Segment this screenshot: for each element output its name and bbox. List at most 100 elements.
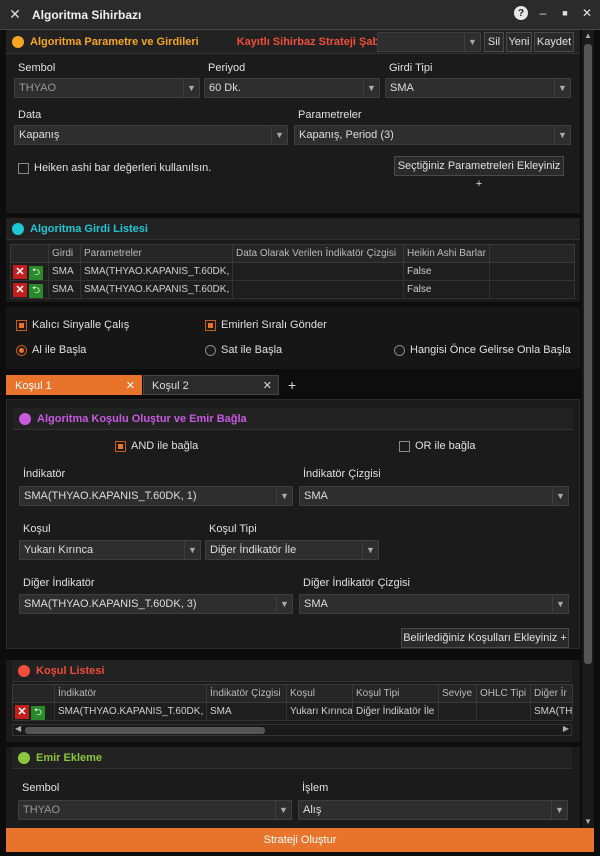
cond-list-hscroll[interactable]: ◀ ▶ — [12, 724, 572, 736]
diger-cizgi-label: Diğer İndikatör Çizgisi — [303, 577, 410, 589]
girdi-tipi-label: Girdi Tipi — [389, 62, 433, 74]
indikator-select[interactable]: SMA(THYAO.KAPANIS_T.60DK, 1) ▼ — [19, 486, 293, 506]
condition-title: Algoritma Koşulu Oluştur ve Emir Bağla — [37, 412, 247, 425]
add-params-button[interactable]: Seçtiğiniz Parametreleri Ekleyiniz + — [394, 156, 564, 190]
tab-kosul-1[interactable]: Koşul 1 ✕ — [6, 375, 142, 395]
islem-select[interactable]: Alış ▼ — [298, 800, 568, 820]
chevron-down-icon: ▼ — [276, 595, 292, 613]
main-vscroll[interactable]: ▲ ▼ — [582, 30, 594, 828]
save-template-button[interactable]: Kaydet — [534, 32, 574, 52]
periyod-label: Periyod — [208, 62, 246, 74]
hscroll-thumb[interactable] — [25, 727, 265, 734]
edit-icon[interactable]: ⮌ — [29, 266, 43, 280]
options-section: Kalıcı Sinyalle Çalış Emirleri Sıralı Gö… — [6, 307, 580, 369]
data-select[interactable]: Kapanış ▼ — [14, 125, 288, 145]
cell-girdi: SMA — [48, 262, 81, 281]
col-parametreler: Parametreler — [80, 244, 233, 263]
cond-list-table: İndikatör İndikatör Çizgisi Koşul Koşul … — [12, 684, 573, 721]
params-title: Algoritma Parametre ve Girdileri — [30, 35, 199, 48]
delete-icon[interactable]: ✕ — [13, 265, 27, 279]
sembol-field[interactable]: THYAO ▼ — [14, 78, 200, 98]
table-row[interactable]: ✕ ⮌ SMA SMA(THYAO.KAPANIS_T.60DK, 1) Fals… — [10, 262, 575, 281]
scroll-down-icon[interactable]: ▼ — [582, 816, 594, 828]
kosul-label: Koşul — [23, 523, 51, 535]
tab-kosul-2[interactable]: Koşul 2 ✕ — [143, 375, 279, 395]
sirali-checkbox[interactable] — [205, 320, 216, 331]
maximize-icon[interactable]: ■ — [558, 8, 572, 18]
col-ohlc: OHLC Tipi — [476, 684, 531, 703]
periyod-select[interactable]: 60 Dk. ▼ — [204, 78, 380, 98]
close-tab-icon[interactable]: ✕ — [126, 376, 135, 396]
title-bar: ✕ Algoritma Sihirbazı ? – ■ ✕ — [0, 0, 600, 30]
delete-icon[interactable]: ✕ — [15, 705, 29, 719]
inputs-table: Girdi Parametreler Data Olarak Verilen İ… — [10, 244, 575, 299]
order-dot-icon — [18, 751, 30, 764]
minimize-icon[interactable]: – — [536, 6, 550, 20]
close-window-icon[interactable]: ✕ — [580, 6, 594, 20]
table-row[interactable]: ✕ ⮌ SMA(THYAO.KAPANIS_T.60DK, 1) SMA Yuka… — [12, 702, 573, 721]
cond-list-section: Koşul Listesi İndikatör İndikatör Çizgis… — [6, 660, 580, 742]
table-row[interactable]: ✕ ⮌ SMA SMA(THYAO.KAPANIS_T.60DK, 3) Fals… — [10, 280, 575, 299]
cell-line — [232, 262, 404, 281]
delete-template-button[interactable]: Sil — [484, 32, 504, 52]
add-tab-icon[interactable]: + — [288, 375, 296, 395]
inputs-dot-icon — [12, 222, 24, 235]
cell-ohlc — [476, 702, 531, 721]
close-icon[interactable]: ✕ — [4, 4, 26, 26]
order-sembol-label: Sembol — [22, 782, 60, 794]
cizgi-select[interactable]: SMA ▼ — [299, 486, 569, 506]
scroll-left-icon[interactable]: ◀ — [15, 724, 21, 733]
chevron-down-icon: ▼ — [552, 595, 568, 613]
col-girdi: Girdi — [48, 244, 81, 263]
scroll-right-icon[interactable]: ▶ — [563, 724, 569, 733]
cell-diger: SMA(TH — [530, 702, 573, 721]
sat-label: Sat ile Başla — [221, 344, 283, 356]
diger-select[interactable]: SMA(THYAO.KAPANIS_T.60DK, 3) ▼ — [19, 594, 293, 614]
col-icons — [10, 244, 49, 263]
kalici-checkbox[interactable] — [16, 320, 27, 331]
inputs-header-row: Girdi Parametreler Data Olarak Verilen İ… — [10, 244, 575, 263]
heiken-label: Heiken ashi bar değerleri kullanılsın. — [34, 162, 212, 174]
cell-kosul: Yukarı Kırınca — [286, 702, 353, 721]
cond-list-dot-icon — [18, 664, 30, 677]
kosul-select[interactable]: Yukarı Kırınca ▼ — [19, 540, 201, 560]
col-seviye: Seviye — [438, 684, 477, 703]
help-icon[interactable]: ? — [514, 6, 528, 20]
close-tab-icon[interactable]: ✕ — [263, 376, 272, 396]
or-checkbox[interactable] — [399, 441, 410, 452]
plus-icon: + — [475, 178, 483, 190]
cell-indikator: SMA(THYAO.KAPANIS_T.60DK, 1) — [54, 702, 207, 721]
order-sembol-field[interactable]: THYAO ▼ — [18, 800, 292, 820]
new-template-button[interactable]: Yeni — [506, 32, 532, 52]
col-empty — [489, 244, 575, 263]
template-select[interactable]: ▼ — [377, 32, 481, 52]
sat-radio[interactable] — [205, 345, 216, 356]
scroll-up-icon[interactable]: ▲ — [582, 30, 594, 42]
edit-icon[interactable]: ⮌ — [29, 284, 43, 298]
delete-icon[interactable]: ✕ — [13, 283, 27, 297]
al-radio[interactable] — [16, 345, 27, 356]
girdi-tipi-select[interactable]: SMA ▼ — [385, 78, 571, 98]
kosul-tipi-select[interactable]: Diğer İndikatör İle ▼ — [205, 540, 379, 560]
add-conditions-button[interactable]: Belirlediğiniz Koşulları Ekleyiniz + — [401, 628, 569, 648]
data-label: Data — [18, 109, 42, 121]
chevron-down-icon: ▼ — [464, 33, 480, 51]
chevron-down-icon: ▼ — [552, 487, 568, 505]
cond-header-row: İndikatör İndikatör Çizgisi Koşul Koşul … — [12, 684, 573, 703]
chevron-down-icon: ▼ — [362, 541, 378, 559]
cell-param: SMA(THYAO.KAPANIS_T.60DK, 1) — [80, 262, 233, 281]
diger-cizgi-select[interactable]: SMA ▼ — [299, 594, 569, 614]
edit-icon[interactable]: ⮌ — [31, 706, 45, 720]
sembol-label: Sembol — [18, 62, 56, 74]
and-checkbox[interactable] — [115, 441, 126, 452]
hangisi-radio[interactable] — [394, 345, 405, 356]
kalici-label: Kalıcı Sinyalle Çalış — [32, 319, 130, 331]
plus-icon: + — [560, 632, 567, 644]
vscroll-thumb[interactable] — [584, 44, 592, 664]
cell-seviye — [438, 702, 477, 721]
create-strategy-button[interactable]: Strateji Oluştur — [6, 828, 594, 852]
heiken-checkbox[interactable] — [18, 163, 29, 174]
parametreler-select[interactable]: Kapanış, Period (3) ▼ — [294, 125, 571, 145]
cell-kosul-tipi: Diğer İndikatör İle — [352, 702, 439, 721]
cell-param: SMA(THYAO.KAPANIS_T.60DK, 3) — [80, 280, 233, 299]
